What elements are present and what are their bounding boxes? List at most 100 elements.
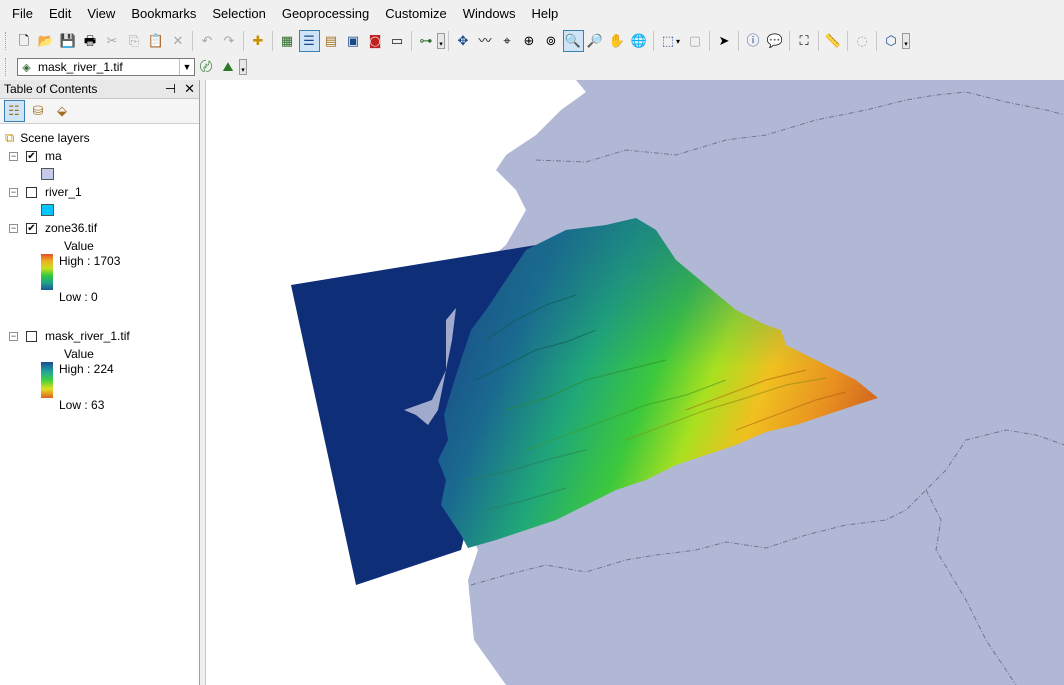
layer-name[interactable]: zone36.tif [45, 221, 97, 235]
undo-icon[interactable]: ↶ [197, 30, 218, 52]
menu-geoprocessing[interactable]: Geoprocessing [274, 0, 377, 28]
color-ramp-swatch[interactable] [41, 362, 53, 398]
contour-icon[interactable]: 〄 [196, 56, 217, 78]
catalog-window-icon[interactable]: ▤ [321, 30, 342, 52]
search-window-icon[interactable]: ▣ [343, 30, 364, 52]
list-by-visibility-icon[interactable]: ⬙ [52, 100, 73, 122]
clear-selection-icon[interactable]: ▢ [685, 30, 706, 52]
print-icon[interactable]: 🖶 [80, 30, 101, 52]
scene-layers-root[interactable]: ⧉ Scene layers [5, 130, 90, 146]
scene-properties-icon[interactable]: ▦ [277, 30, 298, 52]
toc-toolbar: ☷ ⛁ ⬙ [0, 99, 199, 124]
legend-low-label: Low : 0 [59, 290, 98, 304]
toc-window-icon[interactable]: ☰ [298, 30, 320, 52]
menu-customize[interactable]: Customize [377, 0, 454, 28]
copy-icon[interactable]: ⎘ [124, 30, 145, 52]
model-builder-icon[interactable]: ⊶ [416, 30, 437, 52]
menu-windows[interactable]: Windows [455, 0, 524, 28]
menu-view[interactable]: View [79, 0, 123, 28]
navigate-icon[interactable]: ✥ [453, 30, 474, 52]
redo-icon[interactable]: ↷ [219, 30, 240, 52]
menu-help[interactable]: Help [523, 0, 566, 28]
table-of-contents-panel: Table of Contents ⊣ ✕ ☷ ⛁ ⬙ ⧉ Scene laye… [0, 80, 200, 685]
new-document-icon[interactable]: 🗋 [14, 30, 35, 52]
cut-icon[interactable]: ✂ [102, 30, 123, 52]
legend-swatch-row [41, 168, 54, 180]
animation-icon[interactable]: ◌ [852, 30, 873, 52]
toolbar-overflow-chevron[interactable]: ▾ [902, 33, 910, 49]
pan-icon[interactable]: ✋ [607, 30, 628, 52]
save-icon[interactable]: 💾 [58, 30, 79, 52]
menu-edit[interactable]: Edit [41, 0, 79, 28]
collapse-icon[interactable]: − [9, 151, 18, 161]
toolbar-separator [411, 31, 412, 51]
chevron-down-icon[interactable]: ▼ [179, 59, 194, 75]
layer-select-value: mask_river_1.tif [38, 60, 123, 74]
raster-layer-icon: ◈ [22, 60, 31, 74]
zoom-in-icon[interactable]: 🔍 [562, 30, 584, 52]
identify-icon[interactable]: ⓘ [743, 30, 764, 52]
select-elements-icon[interactable]: ➤ [714, 30, 735, 52]
arctoolbox-icon[interactable]: ◙ [365, 30, 386, 52]
toolbar-separator [818, 31, 819, 51]
html-popup-icon[interactable]: 💬 [765, 30, 786, 52]
layer-name[interactable]: river_1 [45, 185, 82, 199]
scene-view[interactable] [205, 80, 1064, 685]
set-observer-icon[interactable]: ⊚ [541, 30, 562, 52]
layer-name[interactable]: mask_river_1.tif [45, 329, 130, 343]
find-icon[interactable]: ⛶ [794, 30, 815, 52]
layer-row-ma[interactable]: − ✔ ma [9, 149, 62, 163]
paste-icon[interactable]: 📋 [146, 30, 167, 52]
layer-visibility-checkbox[interactable]: ✔ [26, 222, 37, 234]
fly-icon[interactable]: 〰 [475, 30, 496, 52]
color-ramp-swatch[interactable] [41, 254, 53, 290]
zoom-to-target-icon[interactable]: ⊕ [519, 30, 540, 52]
layer-row-mask-river-1[interactable]: − mask_river_1.tif [9, 329, 130, 343]
layer-visibility-checkbox[interactable]: ✔ [26, 150, 37, 162]
steepest-path-icon[interactable]: ⛰ [218, 56, 239, 78]
python-window-icon[interactable]: ▭ [387, 30, 408, 52]
layer-row-river-1[interactable]: − river_1 [9, 185, 82, 199]
legend-high-label: High : 1703 [59, 254, 121, 268]
layer-visibility-checkbox[interactable] [26, 186, 37, 198]
scene-layers-label: Scene layers [20, 131, 90, 145]
layer-select[interactable]: ◈ mask_river_1.tif ▼ [17, 58, 195, 76]
delete-icon[interactable]: ✕ [168, 30, 189, 52]
scene-canvas[interactable] [206, 80, 1064, 685]
layer-name[interactable]: ma [45, 149, 62, 163]
toolbar-grip[interactable] [5, 58, 10, 76]
toolbar-separator [847, 31, 848, 51]
full-extent-icon[interactable]: 🌐 [629, 30, 650, 52]
polygon-symbol-swatch[interactable] [41, 168, 54, 180]
polygon-symbol-swatch[interactable] [41, 204, 54, 216]
target-center-icon[interactable]: ⌖ [497, 30, 518, 52]
select-features-dropdown-icon[interactable]: ▾ [676, 37, 684, 46]
close-icon[interactable]: ✕ [184, 81, 195, 97]
legend-swatch-row [41, 204, 54, 216]
legend-value-label: Value [64, 239, 94, 253]
list-by-drawing-order-icon[interactable]: ☷ [3, 100, 25, 122]
toolbar-overflow-chevron[interactable]: ▾ [437, 33, 445, 49]
toolbar-separator [876, 31, 877, 51]
pin-icon[interactable]: ⊣ [165, 81, 176, 97]
collapse-icon[interactable]: − [9, 331, 18, 341]
toolbar-overflow-chevron[interactable]: ▾ [239, 59, 247, 75]
toolbar-grip[interactable] [5, 32, 10, 50]
open-folder-icon[interactable]: 📂 [36, 30, 57, 52]
collapse-icon[interactable]: − [9, 187, 18, 197]
menu-selection[interactable]: Selection [204, 0, 273, 28]
menu-file[interactable]: File [0, 0, 41, 28]
legend-high-label: High : 224 [59, 362, 114, 376]
toc-tree: ⧉ Scene layers − ✔ ma − river_1 − ✔ zone… [0, 124, 199, 412]
zoom-out-icon[interactable]: 🔎 [585, 30, 606, 52]
layer-row-zone36[interactable]: − ✔ zone36.tif [9, 221, 97, 235]
add-data-icon[interactable]: ✚ [248, 30, 269, 52]
legend-low-label: Low : 63 [59, 398, 105, 412]
toolbar-separator [738, 31, 739, 51]
collapse-icon[interactable]: − [9, 223, 18, 233]
measure-icon[interactable]: 📏 [823, 30, 844, 52]
menu-bookmarks[interactable]: Bookmarks [123, 0, 204, 28]
3d-effects-icon[interactable]: ⬡ [881, 30, 902, 52]
layer-visibility-checkbox[interactable] [26, 330, 37, 342]
list-by-source-icon[interactable]: ⛁ [28, 100, 49, 122]
